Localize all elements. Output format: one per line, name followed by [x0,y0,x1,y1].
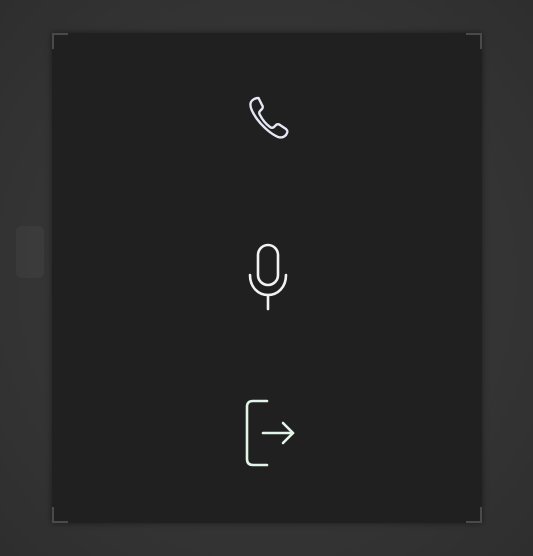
microphone-icon [238,237,298,317]
panel-corner-top-left [52,33,68,49]
phone-icon [238,89,298,149]
background-ghost-shape [16,226,44,278]
call-button[interactable] [228,79,308,159]
exit-button[interactable] [228,391,308,471]
control-panel [52,33,482,523]
microphone-button[interactable] [228,237,308,317]
panel-corner-bottom-left [52,507,68,523]
exit-icon [233,393,303,469]
panel-corner-top-right [466,33,482,49]
panel-corner-bottom-right [466,507,482,523]
